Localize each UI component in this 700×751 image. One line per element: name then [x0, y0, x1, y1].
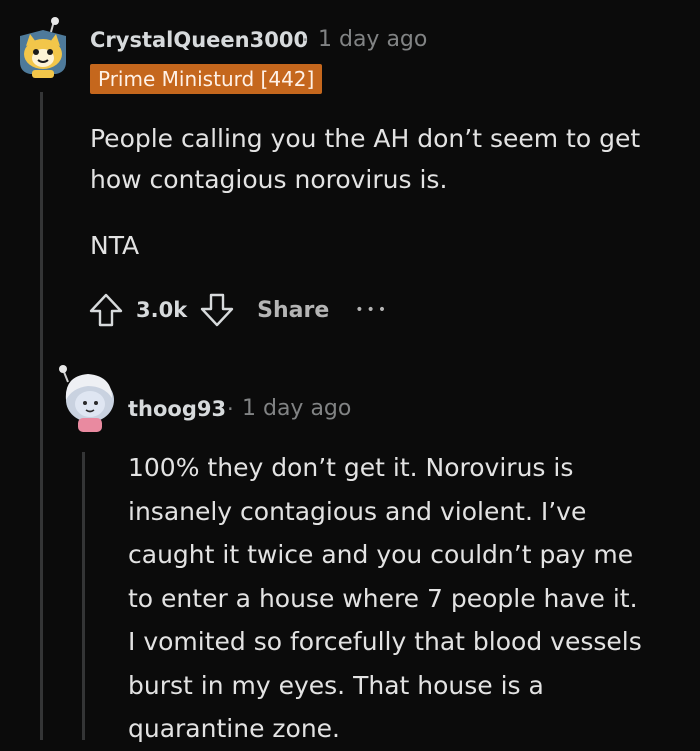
thread-line-top[interactable] [40, 92, 43, 740]
reply-line: I vomited so forcefully that blood vesse… [128, 627, 642, 656]
comment-line: how contagious norovirus is. [90, 165, 448, 194]
reply-line: 100% they don’t get it. Norovirus is [128, 453, 574, 482]
separator-dot: · [227, 397, 234, 421]
reply-body: 100% they don’t get it. Norovirus is ins… [128, 446, 698, 751]
snoo-avatar-icon [59, 365, 114, 432]
reply-line: caught it twice and you couldn’t pay me [128, 540, 634, 569]
comment-body: People calling you the AH don’t seem to … [90, 118, 690, 266]
comment-actions: 3.0k Share ••• [88, 290, 389, 330]
downvote-icon[interactable] [199, 290, 235, 330]
more-icon[interactable]: ••• [355, 302, 389, 318]
user-flair: Prime Ministurd [442] [90, 64, 323, 94]
thread-line-reply[interactable] [82, 452, 85, 740]
username[interactable]: CrystalQueen3000 [90, 28, 308, 52]
vote-count: 3.0k [136, 298, 188, 322]
comment-line: People calling you the AH don’t seem to … [90, 124, 641, 153]
avatar[interactable] [54, 360, 116, 434]
timestamp[interactable]: 1 day ago [242, 396, 351, 421]
reply-line: quarantine zone. [128, 714, 340, 743]
timestamp[interactable]: 1 day ago [318, 27, 427, 52]
reply-line: insanely contagious and violent. I’ve [128, 496, 587, 526]
username[interactable]: thoog93 [128, 397, 226, 421]
avatar[interactable] [14, 16, 72, 80]
comment-line: NTA [90, 231, 140, 260]
upvote-icon[interactable] [88, 290, 124, 330]
snoo-avatar-icon [20, 17, 66, 78]
share-button[interactable]: Share [257, 298, 329, 323]
reply-line: burst in my eyes. That house is a [128, 670, 544, 700]
reply-line: to enter a house where 7 people have it. [128, 583, 638, 613]
separator-dot: · [302, 28, 309, 52]
